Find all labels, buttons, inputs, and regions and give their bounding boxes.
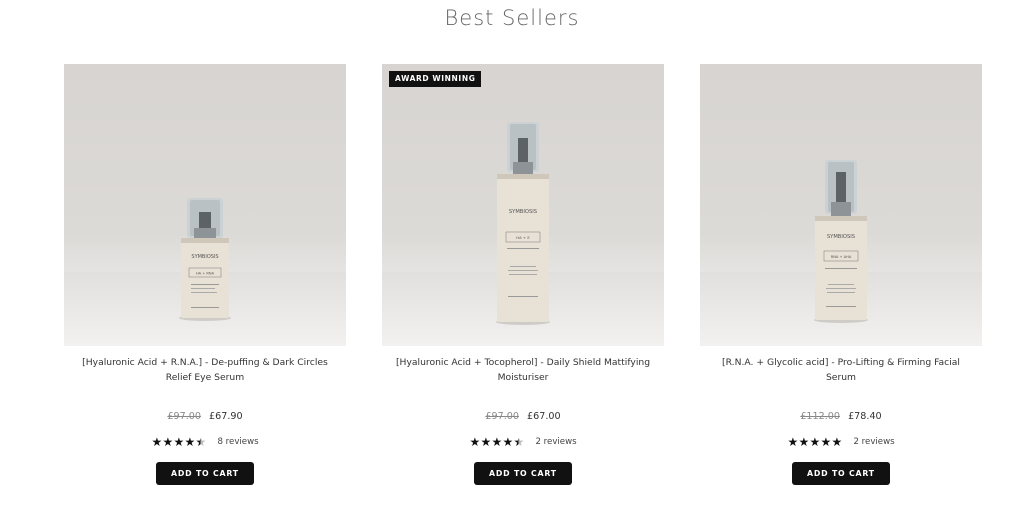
product-card: SYMBIOSIS HA + E AWARD WINNING [Hyaluron… <box>382 64 664 504</box>
old-price: £97.00 <box>167 411 201 422</box>
rating-row[interactable]: ★★★★★ 2 reviews <box>700 431 982 449</box>
bottle-formula: HA + RNA <box>196 272 215 276</box>
price-row: £97.00 £67.00 <box>382 411 664 422</box>
rating-row[interactable]: ★★★★★ 2 reviews <box>382 431 664 449</box>
star-icon: ★ <box>491 434 503 449</box>
product-bottle-illustration: SYMBIOSIS RNA + AHA <box>814 160 868 323</box>
star-icon: ★ <box>173 434 185 449</box>
bottle-brand: SYMBIOSIS <box>827 234 855 240</box>
section-title: Best Sellers <box>444 6 580 30</box>
product-image[interactable]: SYMBIOSIS HA + RNA <box>64 64 346 346</box>
sale-price: £67.00 <box>527 411 561 422</box>
star-icon: ★ <box>831 434 843 449</box>
star-rating: ★★★★★ <box>469 434 525 449</box>
add-to-cart-button[interactable]: ADD TO CART <box>156 462 254 485</box>
review-count[interactable]: 8 reviews <box>217 437 258 447</box>
star-icon: ★ <box>151 434 163 449</box>
bottle-formula: HA + E <box>516 235 530 240</box>
bottle-formula: RNA + AHA <box>831 255 852 259</box>
price-row: £112.00 £78.40 <box>700 411 982 422</box>
product-name[interactable]: [R.N.A. + Glycolic acid] - Pro-Lifting &… <box>700 355 982 389</box>
star-icon: ★ <box>469 434 481 449</box>
star-icon: ★ <box>787 434 799 449</box>
star-icon: ★ <box>798 434 810 449</box>
star-icon: ★ <box>809 434 821 449</box>
star-icon: ★ <box>502 434 514 449</box>
rating-row[interactable]: ★★★★★ 8 reviews <box>64 431 346 449</box>
product-card: SYMBIOSIS RNA + AHA [R.N.A. + Glycolic a… <box>700 64 982 504</box>
product-card: SYMBIOSIS HA + RNA [Hyaluronic Acid + R.… <box>64 64 346 504</box>
product-bottle-illustration: SYMBIOSIS HA + E <box>496 122 550 325</box>
product-bottle-illustration: SYMBIOSIS HA + RNA <box>179 198 231 321</box>
star-icon: ★ <box>162 434 174 449</box>
sale-price: £78.40 <box>848 411 882 422</box>
star-icon: ★ <box>480 434 492 449</box>
add-to-cart-button[interactable]: ADD TO CART <box>792 462 890 485</box>
old-price: £112.00 <box>800 411 841 422</box>
product-image[interactable]: SYMBIOSIS HA + E AWARD WINNING <box>382 64 664 346</box>
product-grid: SYMBIOSIS HA + RNA [Hyaluronic Acid + R.… <box>64 64 982 504</box>
review-count[interactable]: 2 reviews <box>853 437 894 447</box>
star-half-icon: ★ <box>195 434 207 449</box>
bottle-brand: SYMBIOSIS <box>191 254 218 260</box>
star-half-icon: ★ <box>513 434 525 449</box>
product-name[interactable]: [Hyaluronic Acid + R.N.A.] - De-puffing … <box>64 355 346 389</box>
product-image[interactable]: SYMBIOSIS RNA + AHA <box>700 64 982 346</box>
old-price: £97.00 <box>485 411 519 422</box>
star-rating: ★★★★★ <box>787 434 843 449</box>
add-to-cart-button[interactable]: ADD TO CART <box>474 462 572 485</box>
sale-price: £67.90 <box>209 411 243 422</box>
price-row: £97.00 £67.90 <box>64 411 346 422</box>
star-rating: ★★★★★ <box>151 434 207 449</box>
star-icon: ★ <box>820 434 832 449</box>
product-name[interactable]: [Hyaluronic Acid + Tocopherol] - Daily S… <box>382 355 664 389</box>
review-count[interactable]: 2 reviews <box>535 437 576 447</box>
bottle-brand: SYMBIOSIS <box>509 209 537 215</box>
star-icon: ★ <box>184 434 196 449</box>
award-badge: AWARD WINNING <box>389 71 482 87</box>
